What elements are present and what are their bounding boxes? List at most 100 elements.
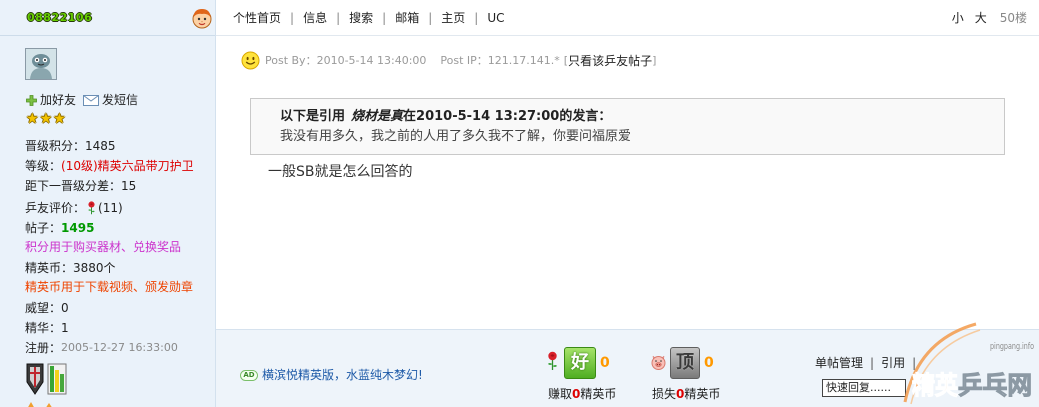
send-message-button[interactable]: 发短信 (83, 92, 138, 108)
cartoon-face-icon (190, 6, 214, 30)
nav-separator: | (474, 11, 479, 25)
stat-level: 等级： (10级)精英六品带刀护卫 (25, 158, 194, 174)
stat-promotion-gap: 距下一晋级分差： 15 (25, 178, 136, 194)
points-note: 积分用于购买器材、兑换奖品 (25, 240, 182, 254)
ad-link[interactable]: 横滨悦精英版，水蓝纯木梦幻! (262, 367, 423, 383)
medal-row-icon (25, 398, 65, 407)
quote-suffix: 在2010-5-14 13:27:00的发言： (403, 109, 612, 124)
stat-register-date: 注册： 2005-12-27 16:33:00 (25, 340, 178, 356)
rose-icon (86, 201, 97, 215)
nav-uc-link[interactable]: UC (487, 10, 504, 26)
good-rating-count: 0 (600, 355, 610, 371)
post-footer: AD 横滨悦精英版，水蓝纯木梦幻! 好 0 赚取 0 精英币 顶 0 损失 0 … (216, 329, 1039, 407)
good-rating-button[interactable]: 好 (564, 347, 596, 379)
caption-value: 0 (572, 387, 581, 401)
star-icon: ★ (26, 111, 39, 127)
post-view-options: 小 大 50楼 (952, 10, 1027, 26)
quote-header: 以下是引用 烧材是真 在2010-5-14 13:27:00的发言： (280, 108, 611, 125)
nav-separator: | (336, 11, 341, 25)
post-toolbar-nav: 个性首页 | 信息 | 搜索 | 邮箱 | 主页 | UC (233, 10, 504, 26)
nav-mailbox-link[interactable]: 邮箱 (395, 10, 419, 26)
add-friend-label: 加好友 (40, 93, 77, 107)
username[interactable]: 08822106 (27, 10, 92, 26)
font-small-button[interactable]: 小 (952, 10, 964, 26)
caption-prefix: 赚取 (548, 387, 573, 401)
nav-profile-home-link[interactable]: 个性首页 (233, 10, 281, 26)
quote-box: 以下是引用 烧材是真 在2010-5-14 13:27:00的发言： 我没有用多… (250, 98, 1005, 155)
stat-peer-rating: 乒友评价： (11) (25, 200, 123, 216)
floor-number: 50楼 (999, 11, 1027, 25)
send-message-label: 发短信 (102, 93, 139, 107)
username-row: 08822106 (0, 0, 215, 36)
stat-label: 等级： (25, 159, 62, 173)
bracket-close: ] (652, 54, 657, 67)
bad-rating-count: 0 (704, 355, 714, 371)
nav-separator: | (428, 11, 433, 25)
nav-separator: | (382, 11, 387, 25)
caption-value: 0 (676, 387, 685, 401)
bad-rating-button[interactable]: 顶 (670, 347, 700, 379)
stat-prestige: 威望： 0 (25, 300, 69, 316)
posts-value: 1495 (61, 221, 95, 235)
stat-label: 晋级积分： (25, 139, 86, 153)
post-ip: 121.17.141.* (487, 54, 560, 67)
manage-post-link[interactable]: 单帖管理 (815, 355, 863, 371)
nav-search-link[interactable]: 搜索 (349, 10, 373, 26)
quote-link[interactable]: 引用 (881, 355, 905, 371)
stat-value: 15 (121, 179, 137, 193)
caption-suffix: 精英币 (580, 387, 617, 401)
nav-homepage-link[interactable]: 主页 (441, 10, 465, 26)
post-body: 一般SB就是怎么回答的 (268, 164, 413, 180)
post-toolbar: 个性首页 | 信息 | 搜索 | 邮箱 | 主页 | UC 小 大 50楼 (216, 0, 1039, 36)
caption-prefix: 损失 (652, 387, 677, 401)
shield-medal-icon[interactable] (25, 362, 45, 396)
stat-coins: 精英币： 3880个 (25, 260, 116, 276)
quick-reply-button[interactable]: 快速回复...... (822, 379, 906, 397)
stat-essence: 精华： 1 (25, 320, 69, 336)
stat-value: 1 (61, 321, 69, 335)
stat-label: 距下一晋级分差： (25, 179, 122, 193)
post-actions: 单帖管理 | 引用 | (815, 355, 923, 371)
post-meta: Post By： 2010-5-14 13:40:00 Post IP： 121… (265, 53, 656, 69)
stat-label: 乒友评价： (25, 201, 86, 215)
stat-label: 精华： (25, 321, 62, 335)
post-main: 个性首页 | 信息 | 搜索 | 邮箱 | 主页 | UC 小 大 50楼 Po… (216, 0, 1039, 407)
post-by-label: Post By： (265, 54, 317, 67)
post-ip-label: Post IP： (440, 54, 488, 67)
action-separator: | (870, 356, 875, 370)
avatar[interactable] (25, 48, 57, 80)
stat-value: 3880个 (73, 261, 116, 275)
smiley-icon (241, 51, 260, 70)
font-large-button[interactable]: 大 (975, 10, 987, 26)
quote-prefix: 以下是引用 (280, 109, 346, 124)
rose-icon (547, 351, 558, 371)
stat-promotion-points: 晋级积分： 1485 (25, 138, 116, 154)
nav-separator: | (290, 11, 295, 25)
stat-label: 精英币： (25, 261, 74, 275)
user-sidebar: 08822106 加好友 发短信 ★★★ 晋级积分： 1485 等级： (10级… (0, 0, 216, 407)
rating-stars: ★★★ (26, 111, 67, 127)
bars-medal-icon[interactable] (47, 362, 67, 396)
quote-author: 烧材是真 (351, 109, 404, 124)
stat-label: 注册： (25, 341, 62, 355)
ad-badge: AD (240, 370, 258, 381)
good-rating-caption: 赚取 0 精英币 (548, 387, 616, 401)
level-value: (10级)精英六品带刀护卫 (61, 159, 194, 173)
only-this-author-link[interactable]: 只看该乒友帖子 (568, 53, 652, 69)
pig-icon (650, 354, 667, 370)
post-time: 2010-5-14 13:40:00 (316, 54, 427, 67)
plus-icon (26, 94, 37, 106)
star-icon: ★ (53, 111, 66, 127)
envelope-icon (83, 94, 99, 106)
stat-label: 威望： (25, 301, 62, 315)
peer-rating-count-link[interactable]: (11) (98, 200, 123, 216)
stat-value: 0 (61, 301, 69, 315)
nav-info-link[interactable]: 信息 (303, 10, 327, 26)
bad-rating-caption: 损失 0 精英币 (652, 387, 720, 401)
coins-note: 精英币用于下载视频、颁发勋章 (25, 280, 194, 294)
add-friend-button[interactable]: 加好友 (26, 92, 76, 108)
stat-posts: 帖子： 1495 (25, 220, 94, 236)
action-separator: | (912, 356, 917, 370)
star-icon: ★ (39, 111, 53, 127)
stat-label: 帖子： (25, 221, 62, 235)
